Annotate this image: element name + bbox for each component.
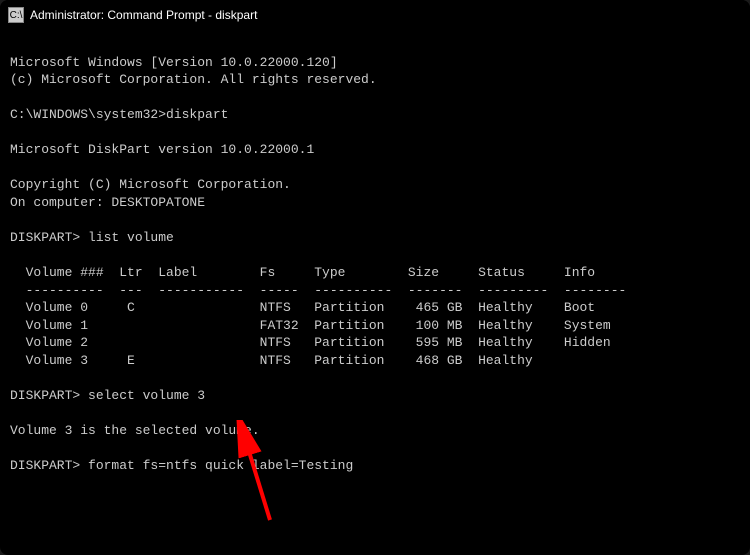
table-row: Volume 0 C NTFS Partition 465 GB Healthy… [10,300,595,315]
titlebar[interactable]: C:\ Administrator: Command Prompt - disk… [0,0,750,30]
line-cmd-format: DISKPART> format fs=ntfs quick label=Tes… [10,458,353,473]
line-cmd-list-volume: DISKPART> list volume [10,230,174,245]
table-divider: ---------- --- ----------- ----- -------… [10,283,626,298]
line-copyright: (c) Microsoft Corporation. All rights re… [10,72,377,87]
table-row: Volume 1 FAT32 Partition 100 MB Healthy … [10,318,611,333]
terminal-output[interactable]: Microsoft Windows [Version 10.0.22000.12… [0,30,750,498]
table-row: Volume 3 E NTFS Partition 468 GB Healthy [10,353,533,368]
window-title: Administrator: Command Prompt - diskpart [30,8,257,22]
line-cmd-select-volume: DISKPART> select volume 3 [10,388,205,403]
line-win-version: Microsoft Windows [Version 10.0.22000.12… [10,55,338,70]
table-row: Volume 2 NTFS Partition 595 MB Healthy H… [10,335,611,350]
cmd-icon: C:\ [8,7,24,23]
line-diskpart-copyright: Copyright (C) Microsoft Corporation. [10,177,291,192]
line-prompt-diskpart: C:\WINDOWS\system32>diskpart [10,107,228,122]
line-on-computer: On computer: DESKTOPATONE [10,195,205,210]
table-header: Volume ### Ltr Label Fs Type Size Status… [10,265,595,280]
line-select-result: Volume 3 is the selected volume. [10,423,260,438]
line-diskpart-version: Microsoft DiskPart version 10.0.22000.1 [10,142,314,157]
command-prompt-window: C:\ Administrator: Command Prompt - disk… [0,0,750,555]
